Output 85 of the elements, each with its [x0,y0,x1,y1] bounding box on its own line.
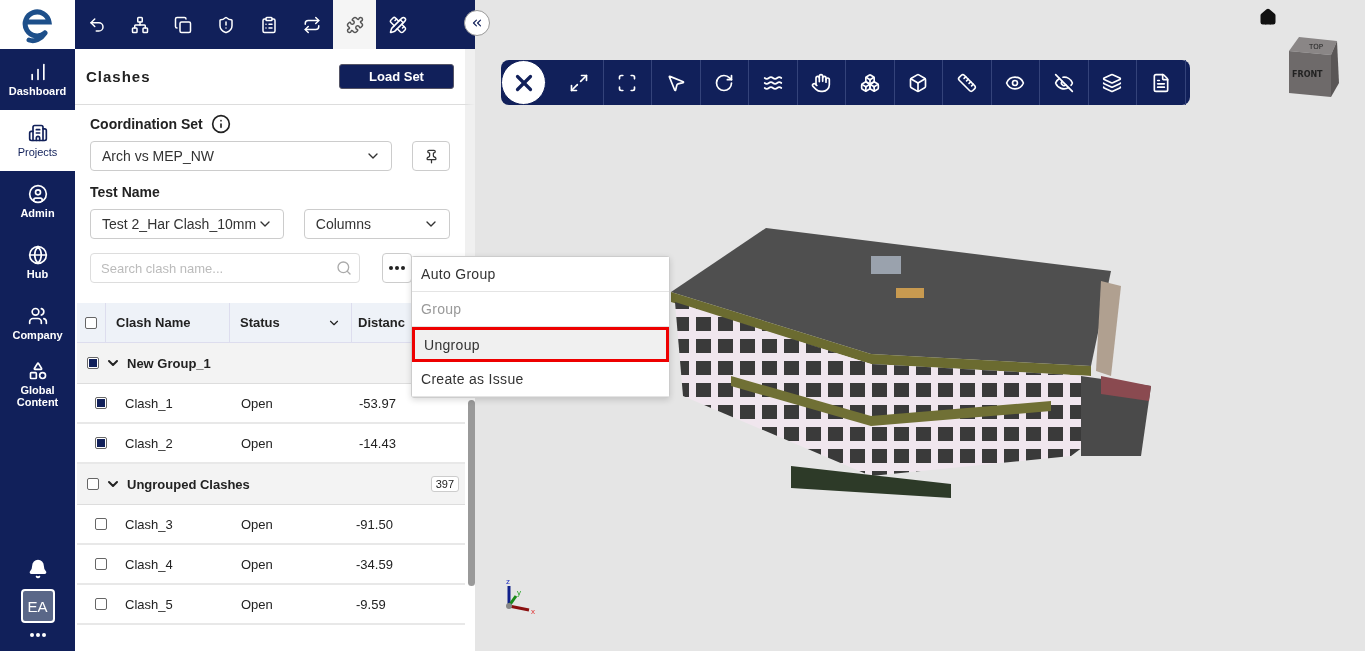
table-cell-text: Open [241,556,274,572]
nav-item[interactable]: Projects [0,110,75,171]
menu-item[interactable]: Ungroup [412,327,669,362]
user-circle-icon [27,184,48,204]
hierarchy-icon [130,15,149,34]
axis-label: x [531,607,535,616]
expand-icon [568,72,589,93]
eye-off-icon [1053,72,1074,93]
notification-icon[interactable] [27,559,48,579]
coordination-select[interactable]: Arch vs MEP_NW [90,141,393,171]
column-header[interactable]: Status [230,303,352,342]
double-chevron-icon [470,16,484,30]
cube-label: FRONT [1292,70,1323,79]
table-cell-text: -91.50 [356,516,394,532]
table-cell-text: Clash_2 [125,435,174,451]
search-icon [336,260,352,276]
columns-select[interactable]: Columns [303,209,450,239]
scrollbar[interactable] [468,400,475,586]
user-avatar[interactable]: EA [20,589,55,623]
close-button[interactable] [501,60,546,105]
table-cell-text: Open [241,516,274,532]
axis-label: z [506,577,510,586]
menu-item[interactable]: Create as Issue [412,362,669,397]
layers-icon [1102,72,1123,93]
table-cell-text: Clash_4 [125,556,174,572]
pin-icon [423,148,439,164]
axis-label: y [517,588,521,597]
nav-item[interactable]: Global Content [0,354,75,415]
more-icon[interactable] [29,633,46,637]
copy-icon [173,15,192,34]
clipboard-icon [259,15,278,34]
table-cell-text: -14.43 [359,435,397,451]
info-icon[interactable] [210,114,231,134]
shield-icon [216,15,235,34]
checkbox[interactable] [95,397,107,409]
frame-icon [617,72,638,93]
field-label: Test Name [90,184,160,200]
ruler-pencil-icon [388,15,407,34]
sync-icon [302,15,321,34]
table-cell-text: Clash_5 [125,596,174,612]
axes-drawing [506,586,530,612]
table-cell-text: -9.59 [356,596,387,612]
checkbox[interactable] [87,357,99,369]
boxes-icon [859,72,880,93]
search-field[interactable]: Search clash name... [90,253,360,283]
building-icon [27,123,48,143]
pin-button[interactable] [412,141,450,171]
orbit-icon [714,72,735,93]
table-cell-text: Clash_3 [125,516,174,532]
group-name: Ungrouped Clashes [127,476,251,492]
undo-icon [87,15,106,34]
table-cell-text: -53.97 [359,395,397,411]
checkbox[interactable] [85,316,97,329]
home-icon[interactable] [1259,8,1277,26]
shapes-icon [27,361,48,381]
column-header[interactable]: Clash Name [106,303,230,342]
field-label: Coordination Set [90,116,203,132]
checkbox[interactable] [95,518,107,530]
nav-item[interactable]: Hub [0,232,75,293]
nav-item[interactable]: Admin [0,171,75,232]
more-icon [389,266,405,270]
more-button[interactable] [382,253,412,283]
puzzle-icon [345,15,364,34]
checkbox[interactable] [95,437,107,449]
checkbox[interactable] [95,558,107,570]
test-select[interactable]: Test 2_Har Clash_10mm [90,209,284,239]
table-cell-text: -34.59 [356,556,394,572]
nav-item[interactable]: Company [0,293,75,354]
hand-icon [811,72,832,93]
count-badge: 397 [430,476,459,492]
ruler-icon [956,72,977,93]
group-name: New Group_1 [127,355,212,371]
table-cell-text: Open [241,435,274,451]
table-cell-text: Clash_1 [125,395,174,411]
load-set-button[interactable]: Load Set [339,64,454,89]
users-icon [27,306,48,326]
checkbox[interactable] [87,478,99,490]
menu-item[interactable]: Auto Group [412,257,669,292]
nav-item[interactable]: Dashboard [0,49,75,110]
panel-title: Clashes [86,68,151,85]
table-cell-text: Open [241,596,274,612]
cube-icon [908,72,929,93]
table-cell-text: Open [241,395,274,411]
checkbox[interactable] [95,598,107,610]
globe-icon [27,245,48,265]
